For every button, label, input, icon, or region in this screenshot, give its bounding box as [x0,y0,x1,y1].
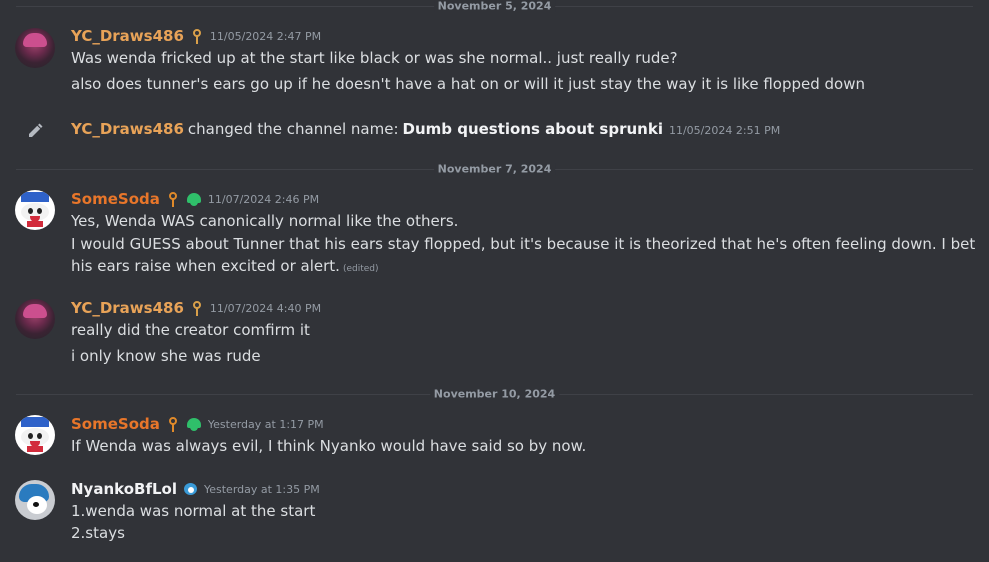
avatar[interactable] [15,299,55,339]
timestamp: 11/07/2024 2:46 PM [207,192,320,206]
avatar[interactable] [15,480,55,520]
message-text: If Wenda was always evil, I think Nyanko… [71,437,587,455]
message-header: SomeSoda 11/07/2024 2:46 PM [71,190,319,208]
message-text: 2.stays [71,524,125,542]
timestamp: 11/07/2024 4:40 PM [209,301,322,315]
character-badge-icon[interactable] [183,481,198,497]
message-text: I would GUESS about Tunner that his ears… [71,233,981,280]
key-badge-icon[interactable] [166,416,180,432]
date-divider: November 5, 2024 [16,0,973,13]
message-text-content: I would GUESS about Tunner that his ears… [71,235,976,275]
chat-log: November 5, 2024 YC_Draws486 11/05/2024 … [0,0,989,562]
message-text: Was wenda fricked up at the start like b… [71,49,678,67]
message-header: NyankoBfLol Yesterday at 1:35 PM [71,480,320,498]
key-badge-icon[interactable] [166,191,180,207]
username[interactable]: NyankoBfLol [71,480,177,498]
username[interactable]: YC_Draws486 [71,299,184,317]
message-text: i only know she was rude [71,347,261,365]
avatar[interactable] [15,28,55,68]
timestamp: Yesterday at 1:17 PM [207,417,324,431]
channel-name: Dumb questions about sprunki [402,120,663,138]
edited-label: (edited) [342,264,379,274]
system-action: changed the channel name: [187,120,399,138]
date-divider: November 10, 2024 [16,387,973,401]
message-header: YC_Draws486 11/07/2024 4:40 PM [71,299,321,317]
timestamp: Yesterday at 1:35 PM [203,482,320,496]
message-text: Yes, Wenda WAS canonically normal like t… [71,212,459,230]
key-badge-icon[interactable] [190,300,204,316]
message-header: YC_Draws486 11/05/2024 2:47 PM [71,27,321,45]
key-badge-icon[interactable] [190,28,204,44]
message-text: also does tunner's ears go up if he does… [71,75,865,93]
message-text: 1.wenda was normal at the start [71,502,316,520]
timestamp: 11/05/2024 2:51 PM [668,124,781,137]
username[interactable]: SomeSoda [71,190,160,208]
date-divider-label: November 7, 2024 [433,162,556,176]
clover-badge-icon[interactable] [186,416,202,432]
date-divider: November 7, 2024 [16,162,973,176]
system-username[interactable]: YC_Draws486 [71,120,184,138]
message-text: really did the creator comfirm it [71,321,310,339]
timestamp: 11/05/2024 2:47 PM [209,29,322,43]
avatar[interactable] [15,415,55,455]
clover-badge-icon[interactable] [186,191,202,207]
date-divider-label: November 5, 2024 [433,0,556,13]
message-header: SomeSoda Yesterday at 1:17 PM [71,415,324,433]
pencil-icon [29,123,43,137]
date-divider-label: November 10, 2024 [429,387,560,401]
username[interactable]: YC_Draws486 [71,27,184,45]
username[interactable]: SomeSoda [71,415,160,433]
avatar[interactable] [15,190,55,230]
system-message-line: YC_Draws486 changed the channel name: Du… [71,120,780,138]
